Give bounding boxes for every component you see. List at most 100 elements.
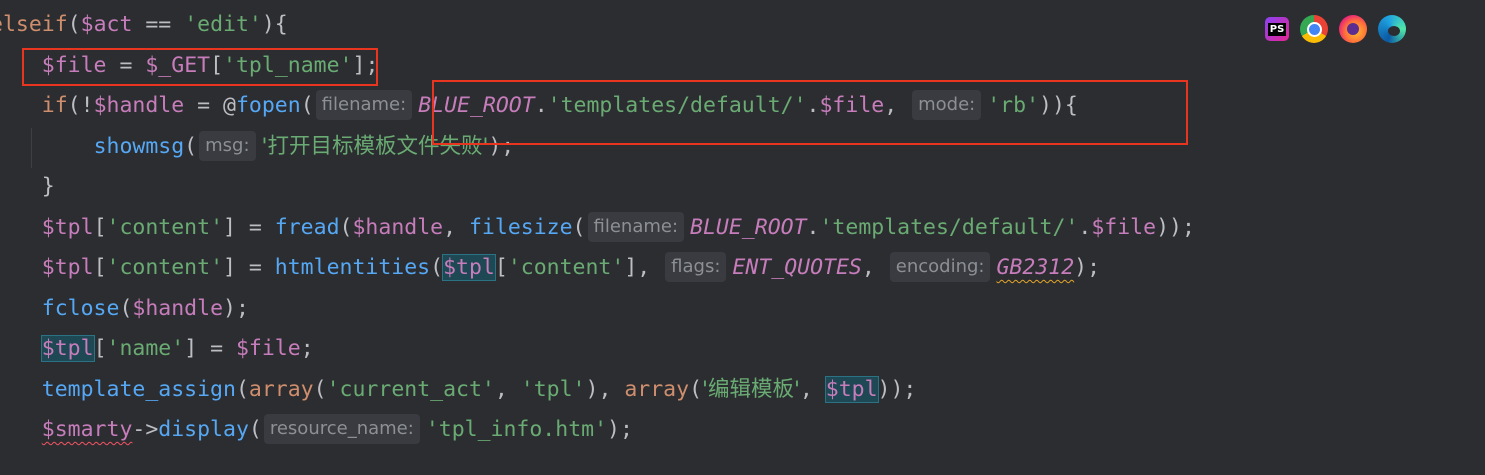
code-token: $smarty	[41, 417, 133, 442]
code-token: (	[572, 214, 586, 240]
code-token: ,	[443, 214, 469, 240]
code-token: (	[300, 93, 314, 118]
code-token: (	[430, 255, 444, 280]
code-token: elseif	[0, 12, 68, 37]
code-token: (	[689, 376, 703, 402]
code-token: $tpl	[442, 254, 496, 281]
code-token: (	[313, 376, 327, 402]
code-token: ){	[261, 12, 288, 37]
code-line[interactable]: $tpl['content'] = fread($handle, filesiz…	[0, 208, 1195, 248]
code-token: $file	[235, 336, 301, 361]
code-token: [	[93, 336, 107, 361]
code-token: 'name'	[106, 336, 185, 361]
code-token: @	[223, 93, 236, 118]
code-token: ] =	[223, 214, 275, 240]
code-token: ));	[1156, 214, 1195, 240]
code-token: ENT_QUOTES	[732, 255, 862, 280]
code-editor[interactable]: elseif($act == 'edit'){ $file = $_GET['t…	[0, 0, 1485, 475]
code-token: (	[339, 214, 353, 240]
code-token: 'tpl'	[520, 376, 586, 402]
parameter-hint: msg:	[199, 130, 256, 161]
code-token: 'content'	[106, 214, 224, 240]
code-token: ->	[132, 417, 159, 442]
code-token: 'content'	[507, 255, 625, 280]
phpstorm-icon[interactable]: PS	[1265, 17, 1289, 41]
code-token: '编辑模板'	[702, 376, 800, 402]
code-token: $file	[1091, 214, 1157, 240]
code-token: $tpl	[41, 255, 94, 280]
code-token: .	[806, 214, 820, 240]
code-token: htmlentities	[274, 255, 431, 280]
code-token: ],	[624, 255, 664, 280]
code-token: 'tpl_info.htm'	[425, 417, 608, 442]
phpstorm-icon-label: PS	[1267, 22, 1287, 36]
code-token: ,	[494, 376, 521, 402]
code-token: ,	[799, 376, 826, 402]
code-token: ==	[132, 12, 185, 37]
parameter-hint: encoding:	[889, 252, 991, 282]
edge-icon[interactable]	[1378, 15, 1406, 43]
code-token: (	[235, 376, 249, 402]
code-token: showmsg	[93, 133, 185, 159]
code-token: fopen	[235, 93, 301, 118]
code-token: $tpl	[41, 214, 94, 240]
code-token: $tpl	[824, 375, 879, 403]
annotation-box-fopen-args	[432, 80, 1188, 145]
code-token: display	[158, 417, 249, 442]
code-token: fread	[274, 214, 340, 240]
code-line[interactable]: $tpl['content'] = htmlentities($tpl['con…	[0, 248, 1100, 288]
code-token: (	[67, 12, 81, 37]
code-token: ;	[300, 336, 314, 361]
code-token: 'content'	[106, 255, 224, 280]
code-token: [	[93, 214, 107, 240]
code-token: $act	[80, 12, 133, 37]
code-token: );	[1074, 255, 1101, 280]
code-line[interactable]: fclose($handle);	[0, 289, 249, 329]
code-token: );	[607, 417, 633, 442]
code-token: if	[41, 93, 68, 118]
firefox-icon[interactable]	[1339, 15, 1367, 43]
code-token: [	[494, 255, 508, 280]
parameter-hint: resource_name:	[263, 414, 420, 444]
parameter-hint: filename:	[315, 90, 413, 120]
code-line[interactable]: }	[0, 167, 55, 207]
code-token: (	[248, 417, 262, 442]
code-token: (	[119, 295, 133, 321]
code-line[interactable]: template_assign(array('current_act', 'tp…	[0, 370, 916, 410]
code-line[interactable]: $smarty->display(resource_name:'tpl_info…	[0, 410, 633, 450]
code-token: ] =	[223, 255, 275, 280]
code-line[interactable]: elseif($act == 'edit'){	[0, 5, 288, 45]
chrome-icon[interactable]	[1300, 15, 1328, 43]
code-token: array	[248, 376, 314, 402]
code-token: $handle	[132, 295, 224, 321]
code-token: =	[184, 93, 224, 118]
annotation-box-file-assignment	[22, 48, 378, 86]
code-token: $tpl	[40, 335, 95, 362]
code-token: }	[41, 174, 55, 199]
code-token: .	[1078, 214, 1092, 240]
parameter-hint: flags:	[665, 252, 727, 282]
code-token: 'edit'	[184, 12, 262, 37]
browser-preview-bar: PS	[1265, 15, 1406, 43]
code-token: ),	[585, 376, 625, 402]
code-token: (!	[67, 93, 94, 118]
code-token: 'templates/default/'	[819, 214, 1079, 240]
code-token: array	[624, 376, 690, 402]
code-line[interactable]: $tpl['name'] = $file;	[0, 329, 314, 369]
code-token: [	[93, 255, 107, 280]
code-token: );	[223, 295, 249, 321]
code-token: ));	[877, 376, 917, 402]
code-token: template_assign	[41, 376, 236, 402]
code-token: ] =	[184, 336, 236, 361]
code-token: BLUE_ROOT	[690, 214, 807, 240]
code-token: (	[184, 133, 198, 159]
code-token: GB2312	[996, 255, 1075, 280]
